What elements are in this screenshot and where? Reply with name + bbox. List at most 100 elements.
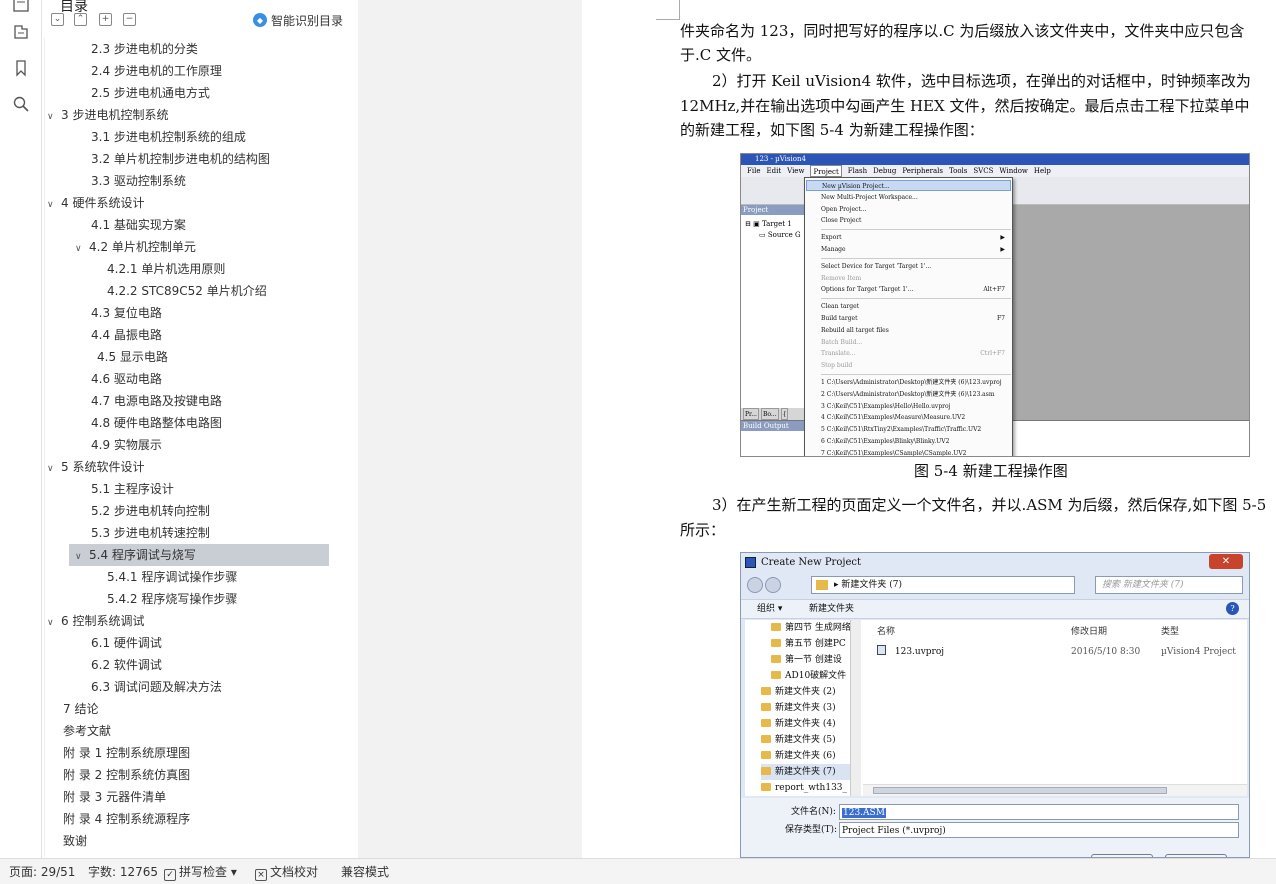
folder-icon [761, 719, 771, 727]
menu-item-label: Build target [821, 315, 858, 322]
spell-check-toggle[interactable]: ✓ 拼写检查 ▾ [164, 864, 237, 881]
panel-tab: Bo... [760, 408, 779, 420]
toc-item[interactable]: 2.5 步进电机通电方式 [91, 82, 210, 104]
scroll-thumb [873, 787, 1167, 794]
toc-item[interactable]: 附 录 4 控制系统源程序 [63, 808, 190, 830]
toc-item[interactable]: 4.8 硬件电路整体电路图 [91, 412, 222, 434]
toc-item[interactable]: 5.4.1 程序调试操作步骤 [107, 566, 237, 588]
toc-item[interactable]: 附 录 3 元器件清单 [63, 786, 166, 808]
menu-item: 4 C:\Keil\C51\Examples\Measure\Measure.U… [821, 412, 1011, 423]
expand-up-icon[interactable]: ⌃ [74, 13, 87, 26]
toc-item-label: 4.9 实物展示 [91, 438, 162, 452]
pages-icon[interactable] [11, 22, 31, 42]
folder-icon [771, 655, 781, 663]
toc-item[interactable]: 4.1 基础实现方案 [91, 214, 186, 236]
toc-item-label: 参考文献 [63, 724, 112, 738]
filename-label: 文件名(N): [791, 807, 836, 817]
menu-item: Manage ▶ [821, 244, 1011, 255]
nav-folder: 第五节 创建PC [771, 636, 846, 652]
search-icon[interactable] [11, 94, 31, 114]
folder-icon [761, 783, 771, 791]
menu-separator [821, 229, 1011, 231]
column-date: 修改日期 [1071, 627, 1108, 637]
menu-item-label: Close Project [821, 217, 862, 225]
toc-item[interactable]: 6.3 调试问题及解决方法 [91, 676, 222, 698]
chevron-down-icon[interactable]: ∨ [75, 546, 89, 568]
toc-item-label: 4.1 基础实现方案 [91, 218, 186, 232]
filetype-label: 保存类型(T): [785, 825, 838, 835]
chevron-down-icon[interactable]: ∨ [47, 194, 61, 216]
toc-item[interactable]: ∨ 3 步进电机控制系统 [47, 104, 168, 126]
remove-heading-icon[interactable]: − [123, 13, 136, 26]
toc-item[interactable]: ∨ 6 控制系统调试 [47, 610, 144, 632]
toc-item[interactable]: 6.2 软件调试 [91, 654, 162, 676]
menu-item: Batch Build... [821, 337, 1011, 348]
toc-item-label: 4.8 硬件电路整体电路图 [91, 416, 222, 430]
toc-item[interactable]: 参考文献 [63, 720, 111, 742]
toc-panel-icon[interactable] [11, 0, 31, 14]
toc-item[interactable]: 4.4 晶振电路 [91, 324, 162, 346]
word-count[interactable]: 字数: 12765 [88, 864, 158, 880]
toc-item[interactable]: ∨ 4 硬件系统设计 [47, 192, 144, 214]
toc-item[interactable]: 5.4.2 程序烧写操作步骤 [107, 588, 237, 610]
toc-item[interactable]: ∨ 5 系统软件设计 [47, 456, 144, 478]
toc-item[interactable]: 7 结论 [63, 698, 98, 720]
toc-item[interactable]: 5.2 步进电机转向控制 [91, 500, 210, 522]
toc-item[interactable]: 5.1 主程序设计 [91, 478, 174, 500]
filetype-select: Project Files (*.uvproj) [839, 822, 1239, 838]
nav-folder-label: 第一节 创建设 [785, 655, 842, 665]
toc-item[interactable]: 3.2 单片机控制步进电机的结构图 [91, 148, 270, 170]
toc-item[interactable]: 2.3 步进电机的分类 [91, 38, 198, 60]
add-heading-icon[interactable]: + [99, 13, 112, 26]
toc-item[interactable]: ∨ 4.2 单片机控制单元 [75, 236, 196, 258]
menu-separator [821, 257, 1011, 259]
toc-item[interactable]: 致谢 [63, 830, 87, 852]
nav-folder: 第一节 创建设 [771, 652, 842, 668]
folder-icon [761, 767, 771, 775]
toc-item[interactable]: 4.6 驱动电路 [91, 368, 162, 390]
nav-folder: 新建文件夹 (5) [761, 732, 836, 748]
toc-item[interactable]: 5.3 步进电机转速控制 [91, 522, 210, 544]
toc-item[interactable]: 4.5 显示电路 [97, 346, 168, 368]
chevron-down-icon[interactable]: ∨ [47, 106, 61, 128]
toc-item[interactable]: 4.7 电源电路及按键电路 [91, 390, 222, 412]
menu-item-label: Export [821, 234, 842, 242]
keil-menu: Flash [847, 167, 868, 175]
project-dropdown-menu: New µVision Project... New Multi-Project … [804, 177, 1013, 456]
folder-icon [761, 703, 771, 711]
keil-menu: Edit [766, 167, 782, 175]
toc-item[interactable]: 4.2.2 STC89C52 单片机介绍 [107, 280, 267, 302]
toc-item[interactable]: 3.1 步进电机控制系统的组成 [91, 126, 246, 148]
chevron-down-icon[interactable]: ∨ [47, 458, 61, 480]
toc-item-label: 4.2.1 单片机选用原则 [107, 262, 226, 276]
page-indicator[interactable]: 页面: 29/51 [9, 864, 75, 880]
toc-item-label: 5 系统软件设计 [61, 460, 145, 474]
toc-item[interactable]: 4.9 实物展示 [91, 434, 162, 456]
toc-item[interactable]: 附 录 1 控制系统原理图 [63, 742, 190, 764]
page-corner-mark [656, 0, 680, 20]
toc-item-label: 5.2 步进电机转向控制 [91, 504, 210, 518]
chevron-down-icon[interactable]: ∨ [75, 238, 89, 260]
menu-item: 7 C:\Keil\C51\Examples\CSample\CSample.U… [821, 448, 1011, 456]
toc-item[interactable]: 2.4 步进电机的工作原理 [91, 60, 222, 82]
nav-folder: 新建文件夹 (3) [761, 700, 836, 716]
bookmark-icon[interactable] [11, 58, 31, 78]
keil-menu: View [787, 167, 805, 175]
toc-item[interactable]: 4.3 复位电路 [91, 302, 162, 324]
folder-icon [761, 735, 771, 743]
nav-folder-label: report_wth133_ [775, 783, 848, 793]
column-name: 名称 [877, 627, 896, 637]
toc-item[interactable]: 附 录 2 控制系统仿真图 [63, 764, 190, 786]
submenu-arrow-icon: ▶ [1000, 234, 1005, 242]
toc-item[interactable]: 4.2.1 单片机选用原则 [107, 258, 225, 280]
toc-item-label: 3.1 步进电机控制系统的组成 [91, 130, 246, 144]
doc-proof-button[interactable]: × 文档校对 [255, 864, 318, 881]
smart-toc-button[interactable]: ◆ 智能识别目录 [253, 11, 343, 29]
nav-folder-label: 新建文件夹 (7) [775, 767, 836, 777]
collapse-all-icon[interactable]: ⌄ [51, 13, 64, 26]
toc-item[interactable]: 6.1 硬件调试 [91, 632, 162, 654]
toc-item[interactable]: 3.3 驱动控制系统 [91, 170, 186, 192]
menu-item-label: 3 C:\Keil\C51\Examples\Hello\Hello.uvpro… [821, 402, 951, 410]
chevron-down-icon[interactable]: ∨ [47, 612, 61, 634]
toc-item[interactable]: ∨ 5.4 程序调试与烧写 [69, 544, 329, 566]
